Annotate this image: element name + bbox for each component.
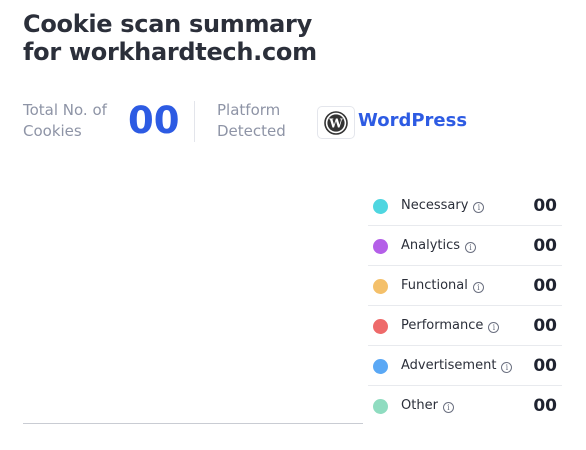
- legend-row-functional: Functional i 00: [368, 266, 562, 306]
- category-label: Functional: [401, 278, 468, 293]
- page-title: Cookie scan summary for workhardtech.com: [23, 10, 317, 66]
- wordpress-logo-box: W: [317, 106, 355, 139]
- performance-color-dot: [373, 319, 388, 334]
- category-label: Other: [401, 398, 438, 413]
- category-count: 00: [533, 276, 557, 296]
- category-label: Advertisement: [401, 358, 497, 373]
- legend-row-performance: Performance i 00: [368, 306, 562, 346]
- other-color-dot: [373, 399, 388, 414]
- category-count: 00: [533, 356, 557, 376]
- info-icon[interactable]: i: [442, 402, 454, 413]
- category-label: Performance: [401, 318, 484, 333]
- functional-color-dot: [373, 279, 388, 294]
- category-count: 00: [533, 316, 557, 336]
- category-count: 00: [533, 196, 557, 216]
- info-icon[interactable]: i: [488, 322, 500, 333]
- legend-row-advertisement: Advertisement i 00: [368, 346, 562, 386]
- platform-detected-label: Platform Detected: [217, 101, 286, 140]
- legend-row-analytics: Analytics i 00: [368, 226, 562, 266]
- title-line-1: Cookie scan summary: [23, 10, 312, 38]
- legend-row-necessary: Necessary i 00: [368, 186, 562, 226]
- scan-stats: Total No. of Cookies 00 Platform Detecte…: [23, 99, 563, 144]
- advertisement-color-dot: [373, 359, 388, 374]
- info-icon[interactable]: i: [465, 242, 477, 253]
- wordpress-icon: W: [324, 110, 348, 135]
- stats-divider: [194, 101, 195, 142]
- total-cookies-count: 00: [128, 99, 180, 142]
- necessary-color-dot: [373, 199, 388, 214]
- total-cookies-label: Total No. of Cookies: [23, 101, 107, 140]
- title-line-2: for workhardtech.com: [23, 38, 317, 66]
- cookie-category-legend: Necessary i 00 Analytics i 00 Functional i …: [368, 186, 562, 426]
- legend-row-other: Other i 00: [368, 386, 562, 426]
- info-icon[interactable]: i: [501, 362, 513, 373]
- category-count: 00: [533, 396, 557, 416]
- info-icon[interactable]: i: [473, 202, 485, 213]
- category-label: Analytics: [401, 238, 461, 253]
- category-count: 00: [533, 236, 557, 256]
- info-icon[interactable]: i: [472, 282, 484, 293]
- svg-text:W: W: [328, 116, 343, 130]
- analytics-color-dot: [373, 239, 388, 254]
- category-label: Necessary: [401, 198, 469, 213]
- chart-baseline: [23, 423, 363, 424]
- platform-name: WordPress: [358, 110, 468, 131]
